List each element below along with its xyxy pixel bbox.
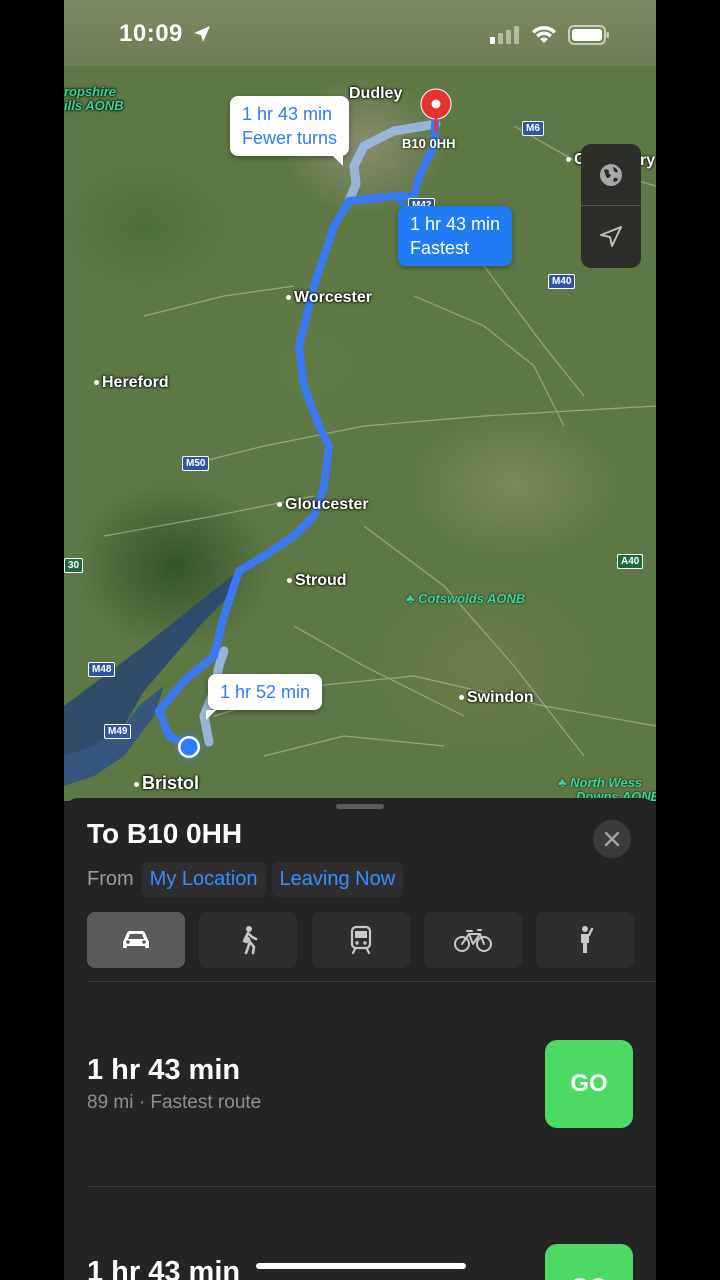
- map-terrain: [64, 102, 656, 786]
- mode-transit-button[interactable]: [312, 912, 410, 968]
- mode-walk-button[interactable]: [199, 912, 297, 968]
- battery-icon: [568, 25, 609, 45]
- current-location-icon: [174, 732, 204, 762]
- rideshare-icon: [581, 926, 594, 953]
- close-icon: [604, 831, 620, 847]
- city-bristol: Bristol: [134, 773, 199, 794]
- callout-time: 1 hr 52 min: [220, 682, 311, 702]
- shropshire-aonb-label: ropshire: [64, 84, 117, 99]
- go-button[interactable]: GO: [545, 1040, 633, 1128]
- north-wessex-aonb-label: ♣ North Wess: [558, 775, 643, 790]
- map-controls: [581, 144, 641, 268]
- callout-time: 1 hr 43 min: [242, 104, 333, 124]
- route-callout-fastest[interactable]: 1 hr 43 min Fastest: [398, 196, 513, 266]
- city-stroud: Stroud: [287, 572, 347, 590]
- road-sign-m40: M40: [548, 274, 576, 289]
- road-sign-a40: A40: [617, 554, 644, 569]
- bike-icon: [454, 929, 492, 952]
- route-time: 1 hr 43 min: [87, 1256, 241, 1280]
- go-button[interactable]: GO: [545, 1244, 633, 1280]
- divider: [87, 981, 656, 982]
- shropshire-aonb-label-2: ills AONB: [64, 98, 124, 113]
- sheet-title: To B10 0HH: [87, 818, 243, 849]
- from-label: From: [87, 867, 134, 890]
- transit-icon: [350, 925, 372, 955]
- route-detail: 89 mi · Fastest route: [87, 1092, 262, 1113]
- road-sign-m50: M50: [182, 456, 210, 471]
- destination-pin-icon[interactable]: [419, 88, 453, 134]
- transport-mode-bar: [87, 912, 635, 968]
- route-time: 1 hr 43 min: [87, 1054, 241, 1086]
- road-sign-m48: M48: [88, 662, 116, 677]
- city-swindon: Swindon: [459, 689, 534, 707]
- directions-sheet: To B10 0HH From My Location Leaving Now: [64, 798, 656, 1280]
- locate-me-button[interactable]: [581, 206, 641, 268]
- road-sign-m49: M49: [104, 724, 132, 739]
- car-icon: [123, 931, 149, 948]
- status-bar: 10:09: [64, 0, 656, 66]
- sheet-grabber[interactable]: [336, 804, 384, 809]
- road-sign-m6: M6: [522, 121, 544, 136]
- map-view[interactable]: ropshire ills AONB Dudley C ry Worcester…: [64, 66, 656, 804]
- departure-time-selector[interactable]: Leaving Now: [271, 861, 404, 897]
- callout-time: 1 hr 43 min: [410, 214, 501, 234]
- phone-screen: 10:09 ropshire ills AONB Dudley C ry Wor…: [64, 0, 656, 1280]
- divider: [87, 1186, 656, 1187]
- globe-icon: [600, 164, 622, 186]
- home-indicator[interactable]: [256, 1263, 466, 1269]
- location-arrow-icon: [600, 226, 622, 247]
- road-sign-30: 30: [64, 558, 84, 573]
- mode-rideshare-button[interactable]: [536, 912, 634, 968]
- mode-cycle-button[interactable]: [424, 912, 522, 968]
- status-time: 10:09: [119, 20, 183, 47]
- close-button[interactable]: [593, 820, 631, 858]
- city-hereford: Hereford: [94, 374, 169, 392]
- location-services-icon: [194, 26, 210, 42]
- cotswolds-aonb-label: ♣ Cotswolds AONB: [406, 591, 526, 606]
- mode-drive-button[interactable]: [87, 912, 185, 968]
- route-callout-fewer-turns[interactable]: 1 hr 43 min Fewer turns: [230, 96, 350, 166]
- city-dudley: Dudley: [349, 85, 403, 102]
- city-worcester: Worcester: [286, 289, 372, 307]
- cellular-signal-icon: [490, 26, 519, 44]
- callout-desc: Fastest: [410, 238, 470, 258]
- route-callout-alt[interactable]: 1 hr 52 min: [206, 674, 323, 720]
- from-row: From My Location Leaving Now: [87, 860, 409, 898]
- destination-label: B10 0HH: [402, 136, 456, 151]
- city-coventry-suffix: ry: [640, 152, 656, 169]
- map-mode-button[interactable]: [581, 144, 641, 206]
- walk-icon: [242, 926, 258, 955]
- origin-selector[interactable]: My Location: [141, 861, 266, 897]
- city-gloucester: Gloucester: [277, 496, 369, 514]
- wifi-icon: [532, 26, 556, 43]
- callout-desc: Fewer turns: [242, 128, 338, 148]
